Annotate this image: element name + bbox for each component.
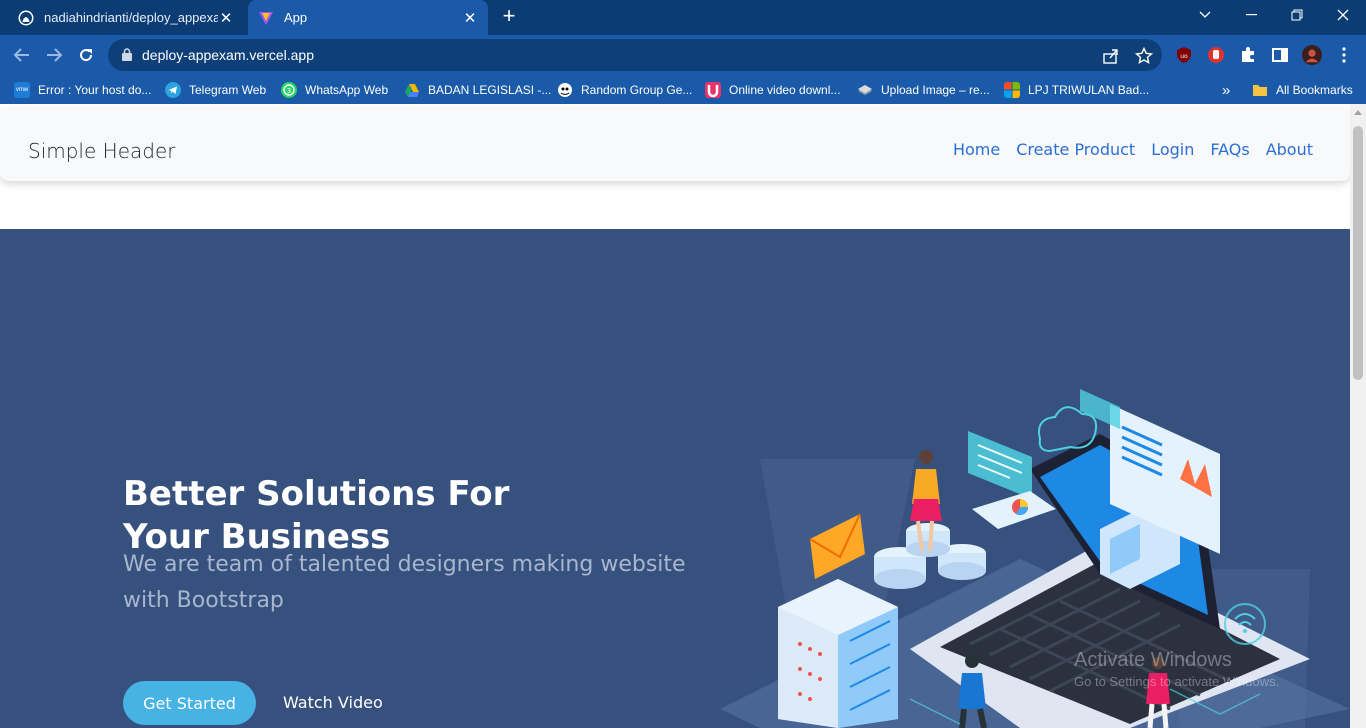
hero-subtitle: We are team of talented designers making… [123,552,686,613]
watch-video-link[interactable]: Watch Video [283,693,383,712]
bookmark-item[interactable]: Online video downl... [705,81,840,99]
close-tab-icon[interactable]: ✕ [462,9,478,27]
url-text: deploy-appexam.vercel.app [142,47,314,63]
bookmark-label: Upload Image – re... [881,83,990,97]
vmw-icon: vmw [14,82,30,98]
browser-toolbar: deploy-appexam.vercel.app uo [0,35,1366,75]
bookmarks-bar: vmw Error : Your host do... Telegram Web… [0,75,1366,104]
bookmark-label: Error : Your host do... [38,83,152,97]
video-download-icon [705,82,721,98]
nav-create-product[interactable]: Create Product [1016,140,1135,159]
back-button[interactable] [10,43,34,67]
drive-icon [405,84,419,97]
adblock-icon[interactable] [1206,45,1226,65]
tab-github[interactable]: nadiahindrianti/deploy_appexam ✕ [8,0,244,35]
share-icon[interactable] [1102,47,1120,65]
bookmark-item[interactable]: Random Group Ge... [557,81,692,99]
bookmark-label: Random Group Ge... [581,83,693,97]
microsoft-icon [1004,82,1020,98]
bookmark-item[interactable]: vmw Error : Your host do... [14,81,151,99]
windows-activation-watermark: Activate Windows Go to Settings to activ… [1074,649,1279,689]
watermark-subtitle: Go to Settings to activate Windows. [1074,674,1280,689]
svg-text:3: 3 [287,87,291,95]
bookmarks-overflow-button[interactable]: » [1222,81,1230,99]
nav-login[interactable]: Login [1151,140,1194,159]
tab-title: App [284,10,308,25]
new-tab-button[interactable]: + [498,5,520,29]
nav-home[interactable]: Home [953,140,1000,159]
upload-image-icon [858,85,872,95]
bookmark-star-icon[interactable] [1135,47,1153,65]
close-tab-icon[interactable]: ✕ [218,9,234,27]
nav-about[interactable]: About [1266,140,1313,159]
page-viewport: Simple Header Home Create Product Login … [0,104,1366,728]
side-panel-icon[interactable] [1270,45,1290,65]
vite-icon [259,11,273,25]
menu-kebab-icon[interactable] [1334,45,1354,65]
scrollbar-thumb[interactable] [1353,126,1363,380]
site-header: Simple Header Home Create Product Login … [0,108,1350,181]
extensions-icon[interactable] [1238,45,1258,65]
hero-section: Better Solutions For Your Business We ar… [0,229,1350,728]
bookmark-label: WhatsApp Web [305,83,389,97]
bookmark-item[interactable]: Upload Image – re... [857,81,990,99]
lock-icon [122,48,132,61]
main-nav: Home Create Product Login FAQs About [953,140,1313,159]
reload-button[interactable] [74,43,98,67]
address-bar[interactable]: deploy-appexam.vercel.app [108,39,1162,71]
profile-avatar[interactable] [1302,45,1322,65]
bookmark-label: Online video downl... [729,83,841,97]
scroll-up-icon[interactable] [1354,110,1362,115]
tab-title: nadiahindrianti/deploy_appexam [44,10,218,25]
brand-title[interactable]: Simple Header [28,139,175,163]
telegram-icon [165,82,181,98]
bookmark-item[interactable]: 3 WhatsApp Web [281,81,388,99]
title-bar: nadiahindrianti/deploy_appexam ✕ App ✕ + [0,0,1366,35]
svg-text:uo: uo [1180,53,1188,60]
tab-app[interactable]: App ✕ [248,0,488,35]
folder-icon [1253,85,1267,96]
watermark-title: Activate Windows [1074,649,1232,671]
minimize-button[interactable] [1228,0,1274,30]
forward-button[interactable] [42,43,66,67]
github-icon [18,10,34,25]
bookmark-item[interactable]: LPJ TRIWULAN Bad... [1004,81,1149,99]
all-bookmarks-button[interactable]: All Bookmarks [1252,81,1353,99]
bookmark-item[interactable]: BADAN LEGISLASI -... [404,81,551,99]
all-bookmarks-label: All Bookmarks [1276,83,1353,97]
bookmark-label: LPJ TRIWULAN Bad... [1028,83,1150,97]
bookmark-item[interactable]: Telegram Web [165,81,266,99]
get-started-button[interactable]: Get Started [123,681,256,725]
page-scrollbar[interactable] [1350,104,1366,728]
bookmark-label: Telegram Web [189,83,267,97]
close-window-button[interactable] [1320,0,1366,30]
random-group-icon [558,83,572,97]
ublock-icon[interactable]: uo [1174,45,1194,65]
whatsapp-icon: 3 [281,82,297,98]
bookmark-label: BADAN LEGISLASI -... [428,83,552,97]
tab-search-icon[interactable] [1182,0,1228,30]
nav-faqs[interactable]: FAQs [1210,140,1249,159]
restore-button[interactable] [1274,0,1320,30]
